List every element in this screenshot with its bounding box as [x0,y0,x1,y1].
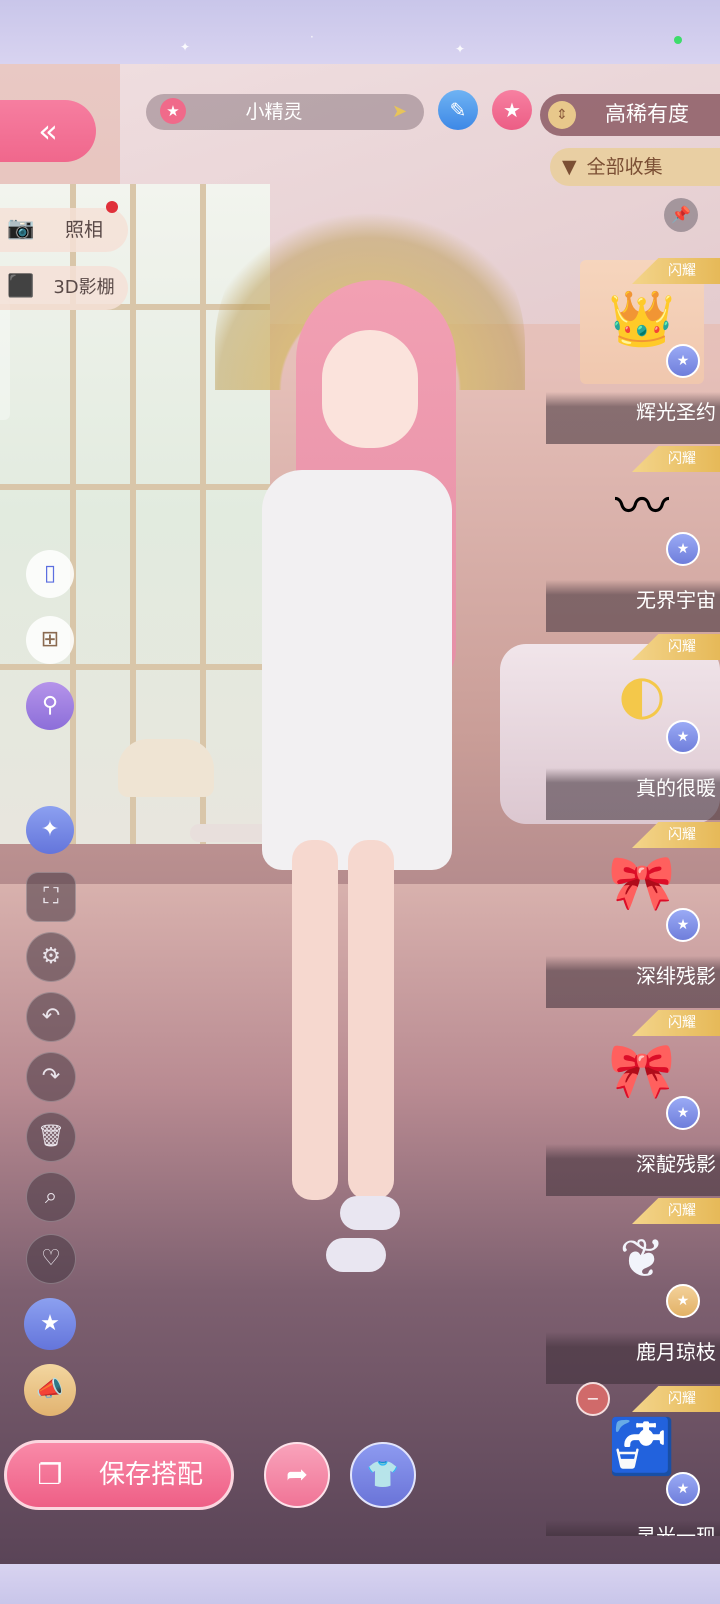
badge-label: 闪耀 [668,1203,696,1219]
share-button[interactable]: ➦ [264,1442,330,1508]
character-leg [348,840,394,1200]
announcement-button[interactable]: 📣 [24,1364,76,1416]
fullscreen-icon: ⛶ [43,884,59,909]
copy-button[interactable]: ⊞ [26,616,74,664]
save-cards-icon: ❐ [37,1458,63,1491]
badge-label: 闪耀 [668,451,696,467]
arrow-right-icon[interactable]: ➤ [392,98,412,126]
pin-button[interactable]: 📌 [664,198,698,232]
star-tag-icon: ★ [666,344,700,378]
character-name: 小精灵 [245,101,303,123]
badge-label: 闪耀 [668,827,696,843]
character-dress [262,470,452,870]
megaphone-icon: 📣 [36,1377,64,1402]
redo-button[interactable]: ↷ [26,1052,76,1102]
character-shoe [340,1196,400,1230]
character-face [322,330,418,448]
gold-tag-icon: ★ [666,1284,700,1318]
gear-icon: ⚙ [41,944,61,969]
search-icon: ⌕ [44,1184,58,1209]
favorite-button[interactable]: ★ [492,90,532,130]
trash-icon: 🗑 [37,1124,65,1149]
character-shoe [326,1238,386,1272]
list-item[interactable]: 〰 闪耀 ★ 无界宇宙 [546,446,720,632]
bottom-bar [0,1564,720,1604]
badge-label: 闪耀 [668,1015,696,1031]
sparkle-icon: · [310,30,314,44]
star-icon: ★ [160,98,186,124]
status-dot [674,36,682,44]
sort-icon: ⇕ [548,101,576,129]
save-outfit-label: 保存搭配 [98,1460,203,1490]
phone-view-button[interactable]: ▯ [26,550,74,598]
pencil-icon: ✎ [449,98,467,122]
filter-label: ▼ 全部收集 [562,156,663,178]
badge-label: 闪耀 [668,1391,696,1407]
heart-icon: ♡ [41,1246,61,1271]
stool [118,739,214,797]
share-arrow-icon: ➦ [286,1460,308,1490]
shirt-icon: 👕 [366,1460,400,1490]
badge-label: 闪耀 [668,263,696,279]
notification-dot [106,201,118,213]
fullscreen-button[interactable]: ⛶ [26,872,76,922]
star-tag-icon: ★ [666,908,700,942]
star-icon: ★ [503,98,521,122]
list-item[interactable]: ◐ 闪耀 ★ 真的很暖 [546,634,720,820]
status-bar: ✦ ✦ · [0,0,720,64]
phone-icon: ▯ [43,561,57,586]
cube-icon: ⬛ [7,274,35,299]
outfit-scan-button[interactable]: 👕 [350,1442,416,1508]
photo-label: 照相 [64,219,103,241]
double-chevron-left-icon: « [38,112,58,150]
sort-label: 高稀有度 [605,102,689,126]
settings-button[interactable]: ⚙ [26,932,76,982]
list-item[interactable]: ❦ 闪耀 ★ 鹿月琼枝 [546,1198,720,1384]
item-name: 深绯残影 [636,964,716,988]
star-feature-button[interactable]: ✦ [26,806,74,854]
star-badge-icon: ★ [40,1311,60,1336]
star-tag-icon: ★ [666,720,700,754]
item-name: 真的很暖 [636,776,716,800]
camera-icon: 📷 [7,216,35,241]
delete-button[interactable]: 🗑 [26,1112,76,1162]
studio-label: 3D影棚 [53,277,115,298]
item-name: 无界宇宙 [636,588,716,612]
badge-label: 闪耀 [668,639,696,655]
collection-button[interactable]: ★ [24,1298,76,1350]
back-button[interactable]: « [0,100,96,162]
star-icon: ✦ [40,817,60,842]
undo-button[interactable]: ↶ [26,992,76,1042]
copy-plus-icon: ⊞ [40,627,60,652]
search-filter-button[interactable]: ⚲ [26,682,74,730]
magnify-icon: ⚲ [41,693,59,718]
edit-button[interactable]: ✎ [438,90,478,130]
list-item[interactable]: 🚰 闪耀 ★ 灵光一现 [546,1386,720,1536]
sparkle-icon: ✦ [180,40,191,54]
item-name: 深靛残影 [636,1152,716,1176]
list-item[interactable]: 🎀 闪耀 ★ 深绯残影 [546,822,720,1008]
item-name: 灵光一现 [636,1524,716,1536]
item-name: 鹿月琼枝 [636,1340,716,1364]
redo-icon: ↷ [41,1064,61,1089]
item-name: 辉光圣约 [636,400,716,424]
star-tag-icon: ★ [666,532,700,566]
remove-icon[interactable]: − [576,1382,610,1416]
search-button[interactable]: ⌕ [26,1172,76,1222]
star-tag-icon: ★ [666,1472,700,1506]
undo-icon: ↶ [41,1004,61,1029]
pin-icon: 📌 [671,205,691,224]
like-button[interactable]: ♡ [26,1234,76,1284]
sparkle-icon: ✦ [455,42,466,56]
list-item[interactable]: 👑 闪耀 ★ 辉光圣约 [546,258,720,444]
side-handle[interactable] [0,300,10,420]
character-leg [292,840,338,1200]
list-item[interactable]: 🎀 闪耀 ★ 深靛残影 [546,1010,720,1196]
star-tag-icon: ★ [666,1096,700,1130]
triangle-down-icon: ▼ [562,156,577,178]
